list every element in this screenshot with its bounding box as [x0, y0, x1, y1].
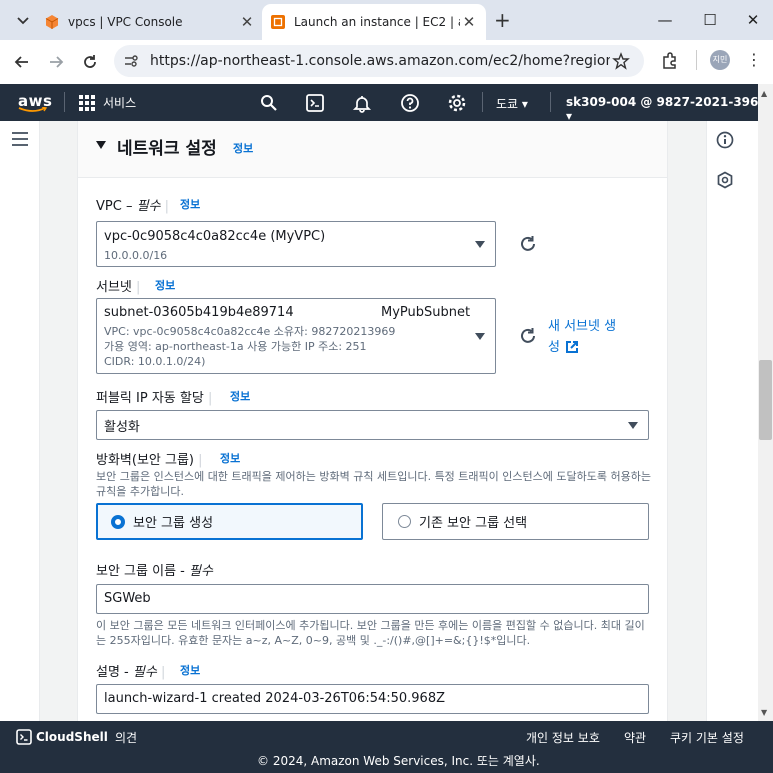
footer-privacy[interactable]: 개인 정보 보호 — [526, 729, 600, 746]
ec2-favicon-icon — [271, 15, 285, 29]
kebab-menu-icon[interactable]: ⋮ — [746, 48, 762, 72]
toolbar-divider — [696, 50, 697, 70]
info-panel-icon[interactable] — [716, 131, 734, 149]
subnet-value: subnet-03605b419b4e89714 — [104, 305, 294, 320]
option-create-sg-label: 보안 그룹 생성 — [133, 516, 214, 531]
caret-down-icon — [475, 241, 485, 248]
forward-button[interactable] — [44, 50, 68, 74]
new-tab-button[interactable]: + — [494, 8, 514, 32]
subnet-cidr: CIDR: 10.0.1.0/24) — [104, 355, 206, 368]
caret-down-icon[interactable] — [95, 140, 107, 150]
subnet-info-link[interactable]: 정보 — [155, 277, 175, 293]
arrow-right-icon — [50, 56, 64, 68]
tab-title: Launch an instance | EC2 | ap- — [294, 15, 460, 29]
services-menu[interactable]: 서비스 — [103, 94, 136, 111]
sg-name-description: 이 보안 그룹은 모든 네트워크 인터페이스에 추가됩니다. 보안 그룹을 만든… — [96, 619, 645, 647]
caret-down-icon — [475, 333, 485, 340]
description-info-link[interactable]: 정보 — [180, 662, 200, 678]
description-value: launch-wizard-1 created 2024-03-26T06:54… — [104, 691, 446, 706]
nav-divider — [482, 92, 483, 112]
create-subnet-link[interactable]: 새 서브넷 생성 — [548, 316, 616, 358]
refresh-subnet-icon[interactable] — [518, 326, 538, 346]
option-select-existing-label: 기존 보안 그룹 선택 — [419, 516, 528, 531]
cloudshell-icon[interactable] — [305, 93, 325, 113]
close-icon[interactable]: ✕ — [238, 13, 256, 31]
nav-divider — [64, 92, 65, 112]
refresh-vpc-icon[interactable] — [518, 234, 538, 254]
firewall-info-link[interactable]: 정보 — [220, 450, 240, 466]
hamburger-menu-icon[interactable] — [11, 131, 29, 147]
subnet-label: 서브넷 | — [96, 280, 141, 295]
public-ip-info-link[interactable]: 정보 — [230, 388, 250, 404]
caret-down-icon — [628, 422, 638, 429]
extensions-puzzle-icon[interactable] — [660, 51, 680, 71]
aws-logo[interactable]: aws — [18, 92, 52, 113]
profile-avatar[interactable]: 지민 — [710, 50, 730, 70]
notifications-bell-icon[interactable] — [352, 93, 372, 113]
public-ip-label: 퍼블릭 IP 자동 할당 | — [96, 391, 213, 406]
arrow-left-icon — [14, 56, 28, 68]
footer-cloudshell[interactable]: CloudShell — [36, 730, 108, 744]
tab-search-button[interactable] — [10, 8, 36, 32]
subnet-az-ips: 가용 영역: ap-northeast-1a 사용 가능한 IP 주소: 251 — [104, 340, 367, 353]
subnet-name: MyPubSubnet — [381, 305, 471, 320]
scrollbar-thumb[interactable] — [759, 360, 772, 440]
back-button[interactable] — [10, 50, 34, 74]
search-icon[interactable] — [259, 93, 279, 113]
footer-copyright: © 2024, Amazon Web Services, Inc. 또는 계열사… — [257, 754, 540, 768]
settings-gear-icon[interactable] — [447, 93, 467, 113]
maximize-button[interactable]: ☐ — [690, 6, 730, 34]
grid-icon[interactable] — [79, 95, 95, 111]
sg-name-input[interactable] — [96, 584, 649, 614]
sg-name-label: 보안 그룹 이름 - 필수 — [96, 564, 213, 579]
minimize-button[interactable]: — — [645, 6, 685, 34]
url-text[interactable]: https://ap-northeast-1.console.aws.amazo… — [150, 52, 610, 70]
tab-title: vpcs | VPC Console — [68, 15, 183, 29]
subnet-vpc-owner: VPC: vpc-0c9058c4c0a82cc4e 소유자: 98272021… — [104, 325, 396, 338]
footer-terms[interactable]: 약관 — [624, 729, 646, 746]
section-title[interactable]: 네트워크 설정 — [117, 134, 217, 159]
footer-feedback[interactable]: 의견 — [115, 729, 137, 746]
section-info-link[interactable]: 정보 — [233, 140, 253, 156]
description-label: 설명 - 필수 | — [96, 665, 166, 680]
footer-cookies[interactable]: 쿠키 기본 설정 — [670, 729, 744, 746]
chevron-down-icon — [17, 17, 29, 25]
vpc-label: VPC – 필수 | — [96, 199, 170, 214]
firewall-description: 보안 그룹은 인스턴스에 대한 트래픽을 제어하는 방화벽 규칙 세트입니다. … — [96, 470, 651, 498]
site-info-icon[interactable] — [122, 52, 140, 70]
reload-icon — [84, 55, 96, 68]
help-icon[interactable] — [400, 93, 420, 113]
radio-selected-icon[interactable] — [111, 515, 125, 529]
right-rail — [706, 121, 758, 721]
window-close-button[interactable]: ✕ — [733, 6, 773, 34]
tab-launch-instance[interactable]: Launch an instance | EC2 | ap- ✕ — [262, 4, 486, 40]
account-menu[interactable]: sk309-004 @ 9827-2021-3969 ▾ — [566, 95, 773, 123]
public-ip-select[interactable] — [96, 410, 649, 440]
radio-unselected-icon[interactable] — [398, 515, 411, 528]
region-selector[interactable]: 도쿄 ▾ — [496, 95, 528, 112]
firewall-label: 방화벽(보안 그룹) | — [96, 453, 203, 468]
public-ip-value: 활성화 — [104, 420, 140, 435]
scroll-up-arrow[interactable]: ▲ — [761, 89, 767, 98]
tab-vpcs[interactable]: vpcs | VPC Console ✕ — [36, 4, 264, 40]
scroll-down-arrow[interactable]: ▼ — [761, 708, 767, 717]
nav-divider — [550, 92, 551, 112]
vpc-info-link[interactable]: 정보 — [180, 196, 200, 212]
feedback-hex-icon[interactable] — [716, 171, 734, 189]
reload-button[interactable] — [78, 50, 102, 74]
sg-name-value: SGWeb — [104, 591, 151, 606]
cloudshell-icon[interactable] — [16, 729, 32, 745]
external-link-icon[interactable] — [565, 340, 579, 354]
close-icon[interactable]: ✕ — [460, 13, 478, 31]
vpc-value: vpc-0c9058c4c0a82cc4e (MyVPC) — [104, 229, 326, 244]
vpc-cidr: 10.0.0.0/16 — [104, 249, 168, 262]
left-rail — [0, 121, 40, 721]
aws-cube-favicon-icon — [45, 15, 59, 29]
bookmark-star-icon[interactable] — [612, 52, 630, 70]
